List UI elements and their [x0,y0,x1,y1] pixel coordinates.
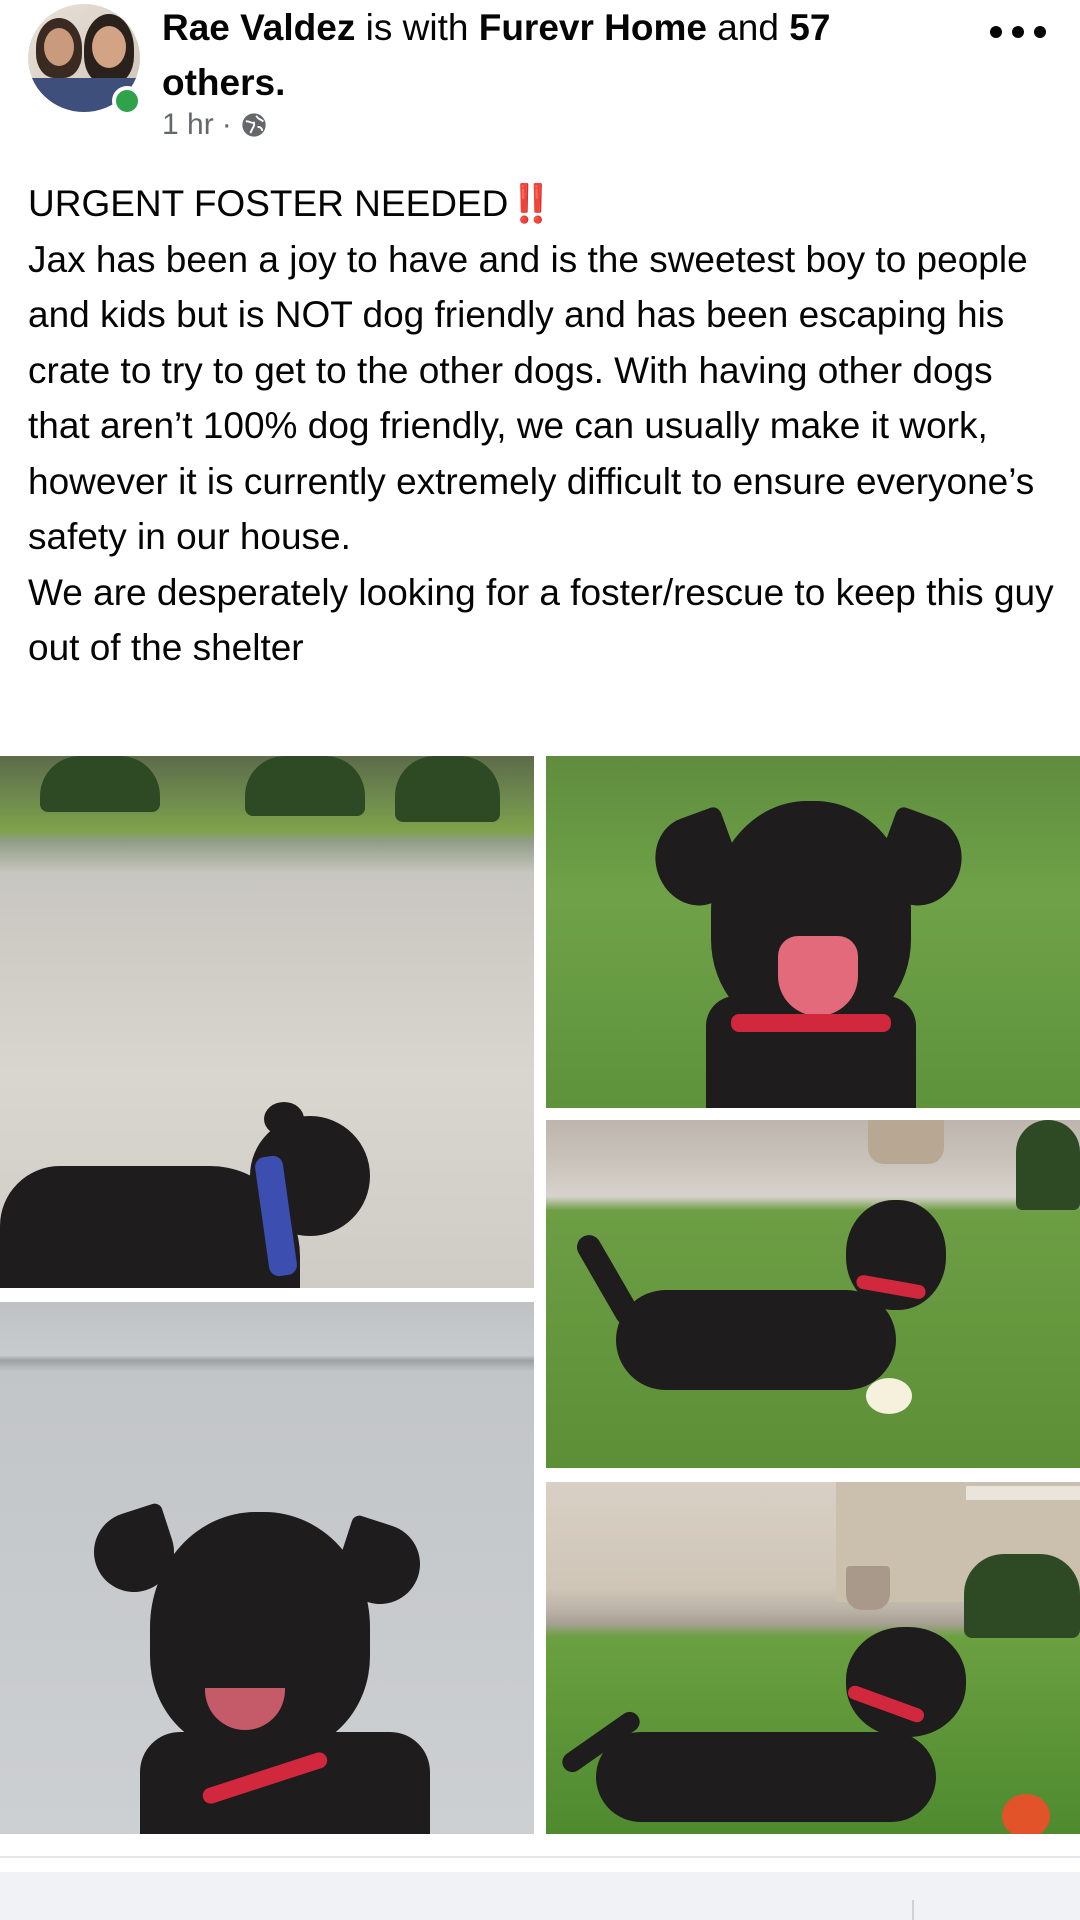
post-footer-bar [0,1872,1080,1920]
post-photo-4[interactable] [0,1302,534,1834]
tagged-page-link[interactable]: Furevr Home [479,7,707,48]
post-footer-divider [0,1856,1080,1858]
and-text: and [717,7,779,48]
post-attribution: Rae Valdez is with Furevr Home and 57 oth… [162,0,962,110]
post-photo-3[interactable] [546,1120,1080,1468]
post-photo-5[interactable] [546,1482,1080,1834]
double-exclamation-icon: ‼️ [508,183,555,224]
others-label: others. [162,62,286,103]
post-headline: URGENT FOSTER NEEDED‼️ [28,176,1058,232]
others-count: 57 [789,7,831,48]
footer-separator [912,1900,914,1920]
online-status-icon [112,86,142,116]
author-avatar[interactable] [28,4,142,116]
post-timestamp[interactable]: 1 hr [162,108,214,142]
post-paragraph-2: We are desperately looking for a foster/… [28,571,1054,669]
headline-text: URGENT FOSTER NEEDED [28,183,509,224]
post-photo-1[interactable] [0,756,534,1288]
is-with-text: is with [365,7,469,48]
globe-icon[interactable] [240,111,268,139]
author-name-link[interactable]: Rae Valdez [162,7,355,48]
more-options-icon[interactable] [990,22,1046,42]
post-photo-2[interactable] [546,756,1080,1108]
meta-separator: · [221,108,232,141]
post-meta: 1 hr · [162,108,268,142]
post-paragraph-1: Jax has been a joy to have and is the sw… [28,238,1035,558]
post-body: URGENT FOSTER NEEDED‼️ Jax has been a jo… [28,176,1058,676]
post-header: Rae Valdez is with Furevr Home and 57 oth… [0,0,1080,160]
